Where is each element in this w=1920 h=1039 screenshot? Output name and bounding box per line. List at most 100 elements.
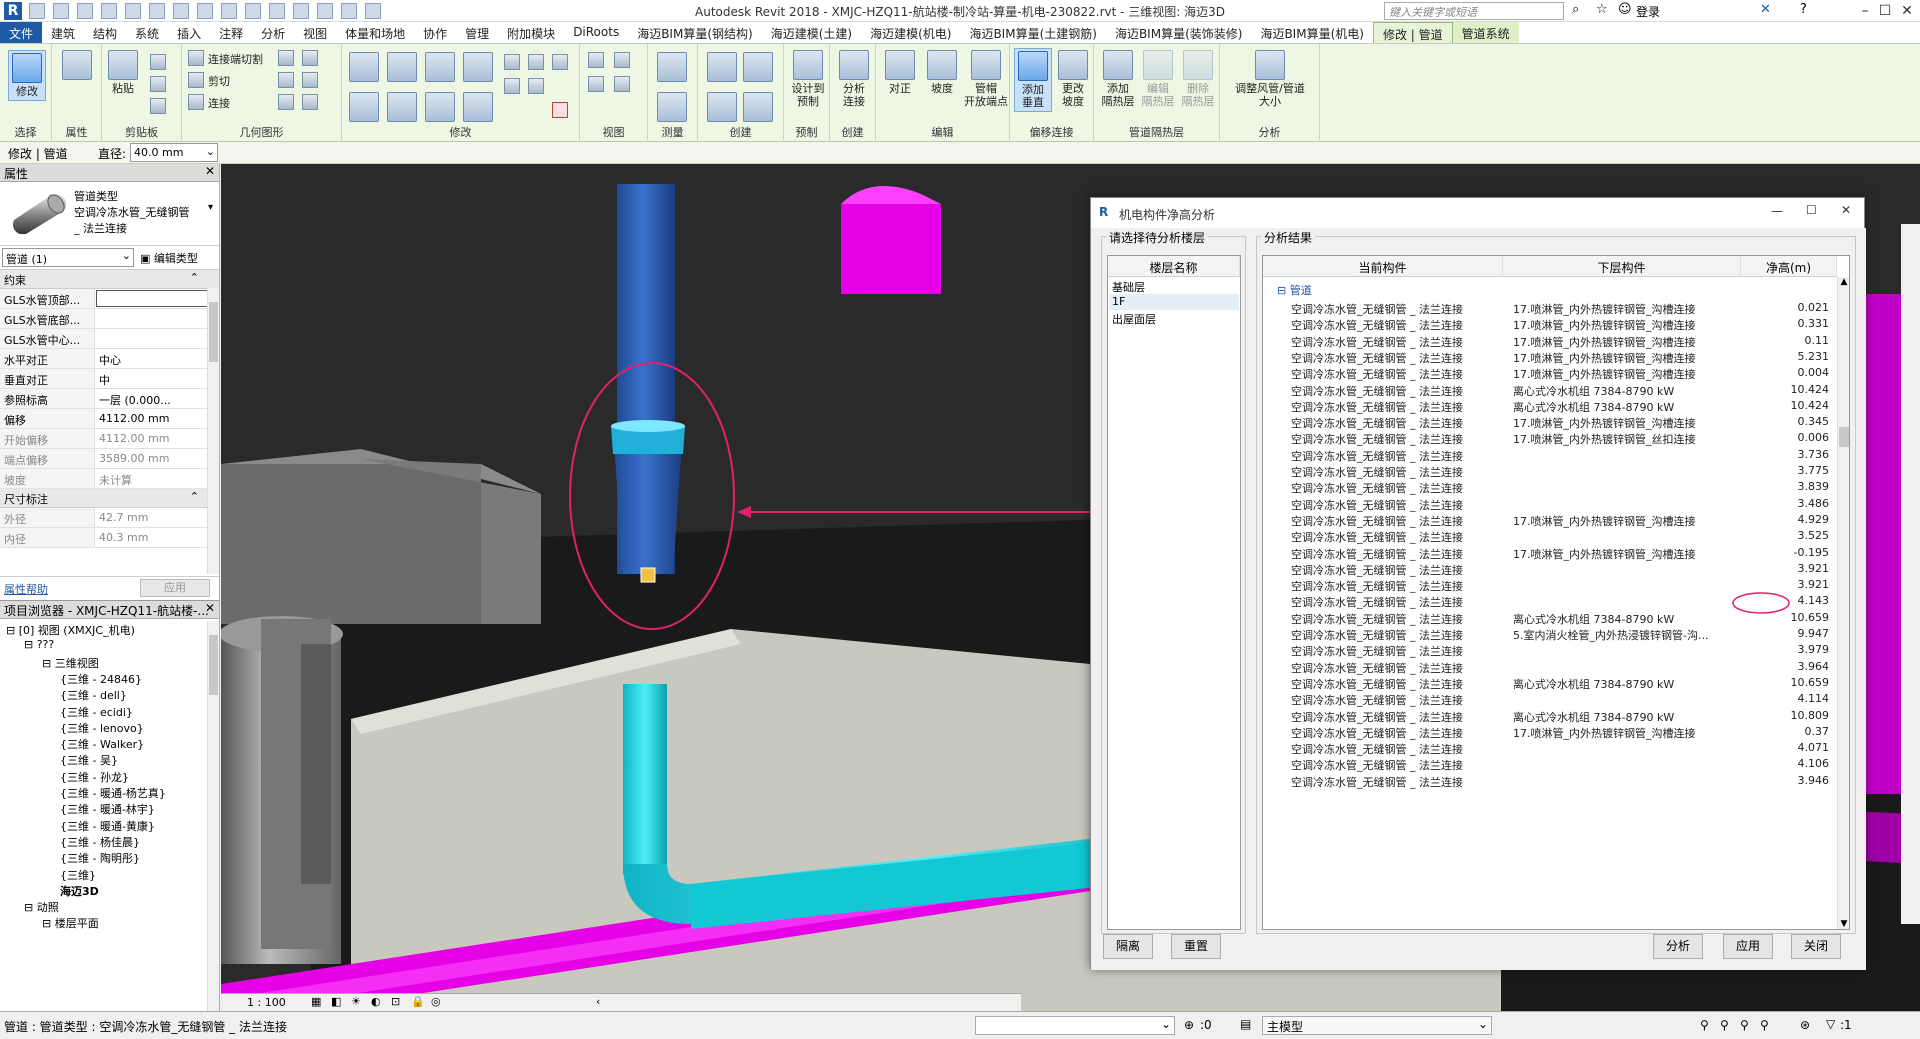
join-icon[interactable]: [188, 94, 204, 110]
floor-item[interactable]: 基础层: [1109, 278, 1239, 294]
array-icon[interactable]: [528, 54, 544, 70]
tab-13[interactable]: 海迈BIM算量(钢结构): [628, 22, 762, 43]
change-slope-button[interactable]: 更改 坡度: [1054, 50, 1092, 108]
user-icon[interactable]: ☺: [1618, 2, 1632, 17]
cut-icon[interactable]: [150, 54, 166, 70]
design-options-icon[interactable]: ▤: [1240, 1017, 1251, 1031]
3d-view-icon[interactable]: [269, 3, 285, 19]
result-table[interactable]: 当前构件 下层构件 净高(m) ⊟ 管道 空调冷冻水管_无缝钢管 _ 法兰连接 1…: [1262, 255, 1850, 930]
tree-item[interactable]: {三维 - 暖通-黄康}: [60, 818, 155, 834]
property-value[interactable]: 一层 (0.000...: [95, 389, 219, 408]
thin-lines-icon[interactable]: [317, 3, 333, 19]
tab-12[interactable]: DiRoots: [564, 22, 628, 43]
property-value[interactable]: 4112.00 mm: [95, 429, 219, 448]
tree-toggle-icon[interactable]: ⊟: [42, 657, 51, 670]
tab-14[interactable]: 海迈建模(土建): [762, 22, 861, 43]
tab-20[interactable]: 管道系统: [1452, 22, 1519, 43]
select-links-icon[interactable]: ⚲: [1700, 1018, 1709, 1032]
analyze-connect-button[interactable]: 分析 连接: [834, 50, 874, 108]
properties-help-link[interactable]: 属性帮助: [4, 581, 48, 597]
tree-toggle-icon[interactable]: ⊟: [24, 901, 33, 914]
select-by-face-icon[interactable]: ⚲: [1760, 1018, 1769, 1032]
property-value[interactable]: [95, 329, 219, 348]
switch-windows-icon[interactable]: [365, 3, 381, 19]
override-icon[interactable]: [614, 52, 630, 68]
property-value[interactable]: 未计算: [95, 469, 219, 488]
resize-button[interactable]: 调整风管/管道 大小: [1224, 50, 1316, 108]
scroll-down-icon[interactable]: ▼: [1838, 919, 1849, 929]
apply-button[interactable]: 应用: [140, 579, 210, 597]
diameter-select[interactable]: 40.0 mm ⌄: [130, 143, 218, 162]
tree-toggle-icon[interactable]: ⊟: [42, 917, 51, 930]
unpin-icon[interactable]: [528, 78, 544, 94]
sun-path-icon[interactable]: ☀: [351, 995, 361, 1008]
close-dialog-button[interactable]: ✕: [1841, 203, 1851, 217]
detail-level-icon[interactable]: ▦: [311, 995, 321, 1008]
drag-elements-icon[interactable]: ⊛: [1800, 1018, 1810, 1032]
property-value[interactable]: 4112.00 mm: [95, 409, 219, 428]
scale-icon[interactable]: [552, 54, 568, 70]
rotate-button[interactable]: [424, 92, 456, 124]
analyze-button[interactable]: 分析: [1653, 934, 1703, 959]
close-views-icon[interactable]: [341, 3, 357, 19]
undo-icon[interactable]: [101, 3, 117, 19]
collapse-group-icon[interactable]: ⊟: [1277, 284, 1290, 297]
browser-scrollbar[interactable]: [207, 621, 219, 1011]
property-row[interactable]: 偏移 4112.00 mm: [0, 409, 219, 429]
revit-logo-icon[interactable]: R: [4, 2, 22, 20]
cut-join-icon[interactable]: [188, 50, 204, 66]
create-part-button[interactable]: [706, 52, 738, 84]
add-insulation-button[interactable]: 添加 隔热层: [1098, 50, 1138, 108]
lock-view-icon[interactable]: 🔒: [411, 995, 425, 1008]
sync-icon[interactable]: [77, 3, 93, 19]
mirror2-button[interactable]: [462, 52, 494, 84]
copy-icon[interactable]: [150, 76, 166, 92]
login-link[interactable]: 登录: [1636, 3, 1660, 20]
filter-icon[interactable]: ▽: [1826, 1017, 1835, 1031]
header-current-component[interactable]: 当前构件: [1263, 256, 1503, 277]
tree-item[interactable]: {三维 - 杨佳晨}: [60, 834, 140, 850]
dimension-icon[interactable]: [197, 3, 213, 19]
pin-icon[interactable]: [504, 78, 520, 94]
header-lower-component[interactable]: 下层构件: [1503, 256, 1741, 277]
linework-icon[interactable]: [614, 76, 630, 92]
cut-join-label[interactable]: 连接端切割: [208, 51, 263, 67]
edit-insulation-button[interactable]: 编辑 隔热层: [1138, 50, 1178, 108]
property-row[interactable]: 开始偏移 4112.00 mm: [0, 429, 219, 449]
chevron-down-icon[interactable]: ▾: [208, 202, 213, 213]
connector-grip-icon[interactable]: [640, 567, 656, 583]
geometry-tool-icon[interactable]: [302, 94, 318, 110]
geometry-tool-icon[interactable]: [278, 72, 294, 88]
justify-button[interactable]: 对正: [880, 50, 920, 95]
tab-3[interactable]: 系统: [126, 22, 168, 43]
tab-16[interactable]: 海迈BIM算量(土建钢筋): [960, 22, 1106, 43]
property-value[interactable]: 中心: [95, 349, 219, 368]
modify-button[interactable]: 修改: [8, 50, 46, 101]
trim-button[interactable]: [462, 92, 494, 124]
cut-label[interactable]: 剪切: [208, 73, 230, 89]
tab-0[interactable]: 文件: [0, 22, 43, 43]
join-label[interactable]: 连接: [208, 95, 230, 111]
tree-item[interactable]: {三维 - Walker}: [60, 736, 144, 752]
property-value[interactable]: 40.3 mm: [95, 528, 219, 547]
paint-icon[interactable]: [588, 76, 604, 92]
tree-item[interactable]: {三维 - lenovo}: [60, 720, 144, 736]
property-value[interactable]: 42.7 mm: [95, 508, 219, 527]
tree-item[interactable]: {三维 - 孙龙}: [60, 769, 129, 785]
floor-item[interactable]: 出屋面层: [1109, 310, 1239, 326]
help-icon[interactable]: ?: [1800, 2, 1807, 17]
maximize-button[interactable]: ☐: [1806, 203, 1817, 217]
scrollbar-thumb[interactable]: [209, 635, 218, 695]
redo-icon[interactable]: [125, 3, 141, 19]
group-row[interactable]: ⊟ 管道: [1277, 282, 1312, 298]
scroll-left-icon[interactable]: ‹: [596, 995, 600, 1008]
property-row[interactable]: 内径 40.3 mm: [0, 528, 219, 548]
tab-7[interactable]: 视图: [294, 22, 336, 43]
view-scale[interactable]: 1 : 100: [247, 996, 286, 1009]
print-icon[interactable]: [149, 3, 165, 19]
match-icon[interactable]: [150, 98, 166, 114]
properties-scrollbar[interactable]: [207, 288, 219, 574]
section-dimensions[interactable]: 尺寸标注 ⌃: [0, 489, 219, 508]
design-option-select[interactable]: 主模型 ⌄: [1262, 1016, 1492, 1035]
property-row[interactable]: 参照标高 一层 (0.000...: [0, 389, 219, 409]
